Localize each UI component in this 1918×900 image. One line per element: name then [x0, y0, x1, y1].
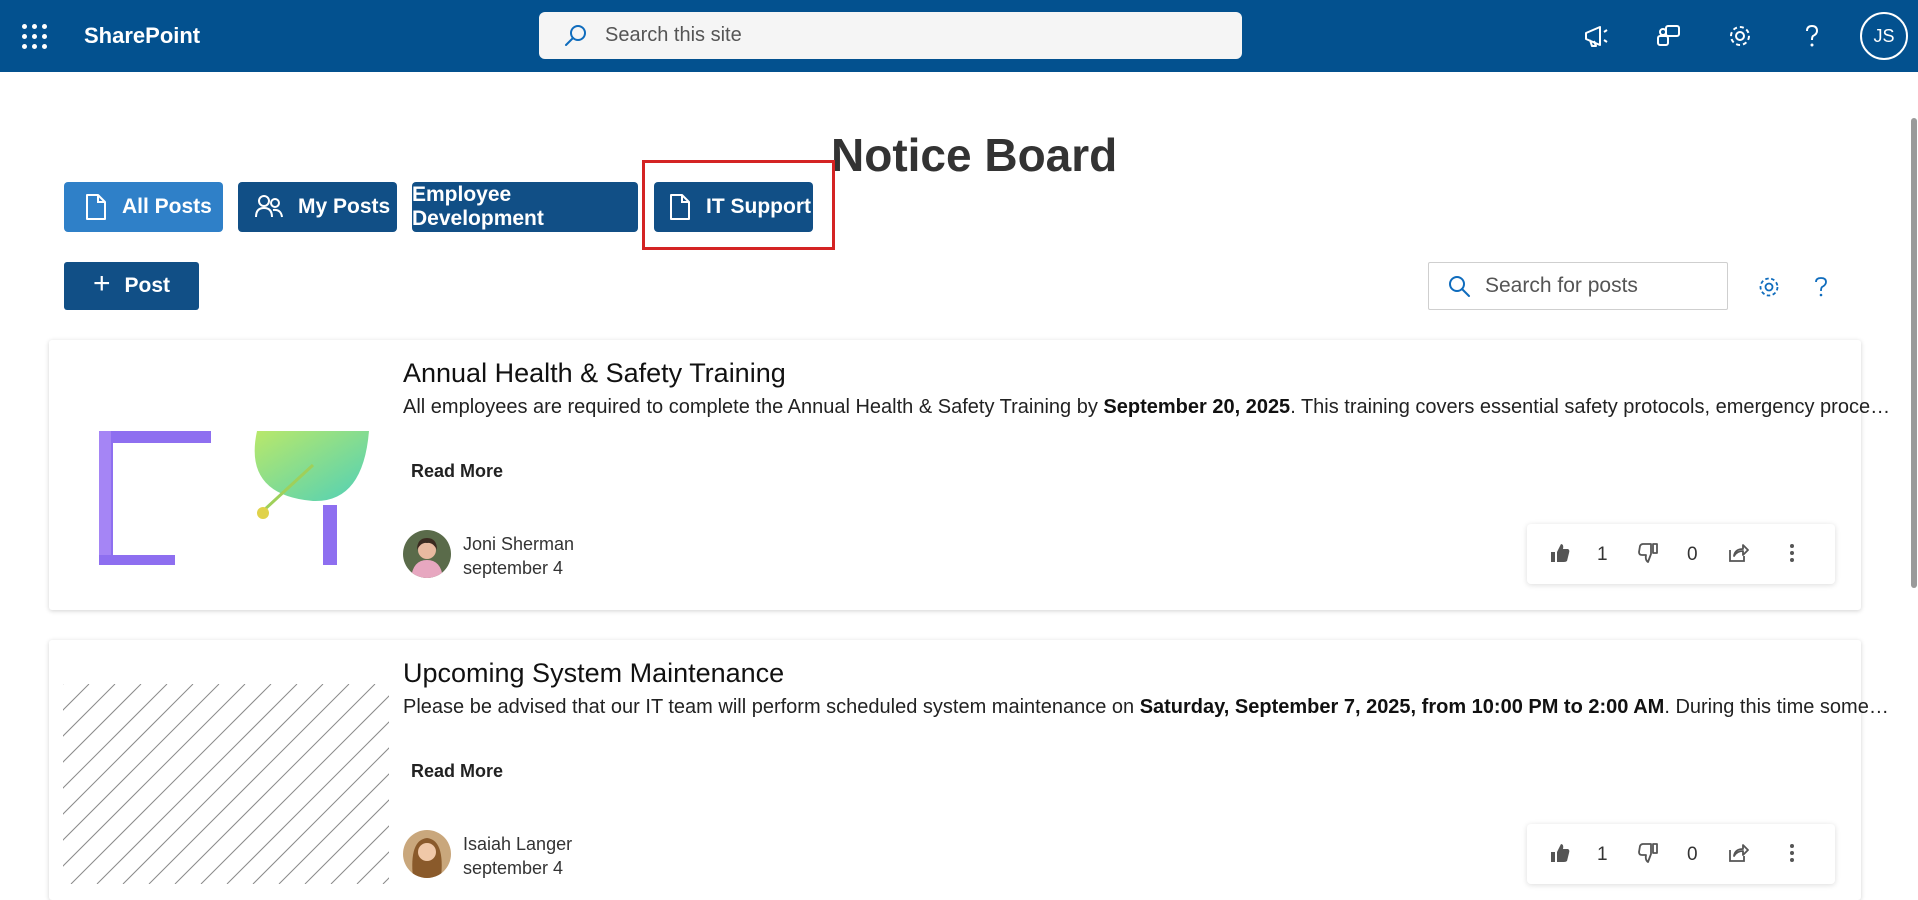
search-icon [1449, 276, 1470, 297]
plus-icon: + [92, 267, 111, 300]
settings-icon[interactable] [1754, 272, 1784, 302]
settings-icon[interactable] [1722, 18, 1758, 54]
post-title[interactable]: Upcoming System Maintenance [403, 658, 784, 689]
document-icon [86, 194, 106, 220]
more-options-icon[interactable] [1777, 838, 1807, 868]
share-icon[interactable] [1723, 838, 1753, 868]
share-feedback-icon[interactable] [1650, 18, 1686, 54]
dislike-count: 0 [1687, 844, 1698, 865]
tab-label: My Posts [298, 195, 391, 218]
post-date: september 4 [463, 558, 564, 578]
site-search-box[interactable] [539, 12, 1242, 59]
tab-label: Employee Development [412, 183, 544, 230]
post-thumbnail[interactable] [63, 684, 389, 884]
author-name: Isaiah Langer [463, 834, 573, 854]
post-search-input[interactable] [1485, 274, 1715, 298]
read-more-link[interactable]: Read More [411, 461, 503, 482]
dislike-icon[interactable] [1633, 538, 1663, 568]
post-actions: 1 0 [1527, 524, 1835, 584]
site-search-input[interactable] [605, 24, 1205, 47]
tab-label: All Posts [122, 195, 212, 218]
post-card[interactable]: Annual Health & Safety Training All empl… [49, 340, 1893, 610]
read-more-link[interactable]: Read More [411, 761, 503, 782]
tab-my-posts[interactable]: My Posts [238, 182, 397, 232]
author-name: Joni Sherman [463, 534, 575, 554]
user-avatar[interactable]: JS [1860, 12, 1908, 60]
dislike-count: 0 [1687, 544, 1698, 565]
post-button-label: Post [124, 274, 171, 297]
new-post-button[interactable]: + Post [64, 262, 199, 310]
post-description: Please be advised that our IT team will … [403, 696, 1893, 718]
help-icon[interactable] [1794, 18, 1830, 54]
post-date: september 4 [463, 858, 564, 878]
post-title[interactable]: Annual Health & Safety Training [403, 358, 786, 389]
highlight-box [642, 160, 835, 250]
post-card[interactable]: Upcoming System Maintenance Please be ad… [49, 640, 1893, 900]
post-description: All employees are required to complete t… [403, 396, 1893, 418]
like-count: 1 [1597, 844, 1608, 865]
author-avatar [403, 830, 451, 878]
tab-employee-development[interactable]: Employee Development [412, 182, 638, 232]
like-icon[interactable] [1545, 538, 1575, 568]
tab-all-posts[interactable]: All Posts [64, 182, 223, 232]
scrollbar-thumb[interactable] [1911, 118, 1917, 588]
post-thumbnail[interactable] [63, 385, 389, 565]
share-icon[interactable] [1723, 538, 1753, 568]
megaphone-icon[interactable] [1578, 18, 1614, 54]
search-icon [565, 24, 586, 46]
brand-name[interactable]: SharePoint [84, 23, 200, 49]
app-launcher-icon[interactable] [22, 24, 48, 50]
like-icon[interactable] [1545, 838, 1575, 868]
post-search-box[interactable] [1428, 262, 1728, 310]
top-bar: SharePoint JS [0, 0, 1918, 72]
more-options-icon[interactable] [1777, 538, 1807, 568]
help-icon[interactable] [1806, 272, 1836, 302]
people-icon [255, 195, 283, 218]
dislike-icon[interactable] [1633, 838, 1663, 868]
author-avatar [403, 530, 451, 578]
post-actions: 1 0 [1527, 824, 1835, 884]
page-title: Notice Board [831, 129, 1118, 181]
like-count: 1 [1597, 544, 1608, 565]
